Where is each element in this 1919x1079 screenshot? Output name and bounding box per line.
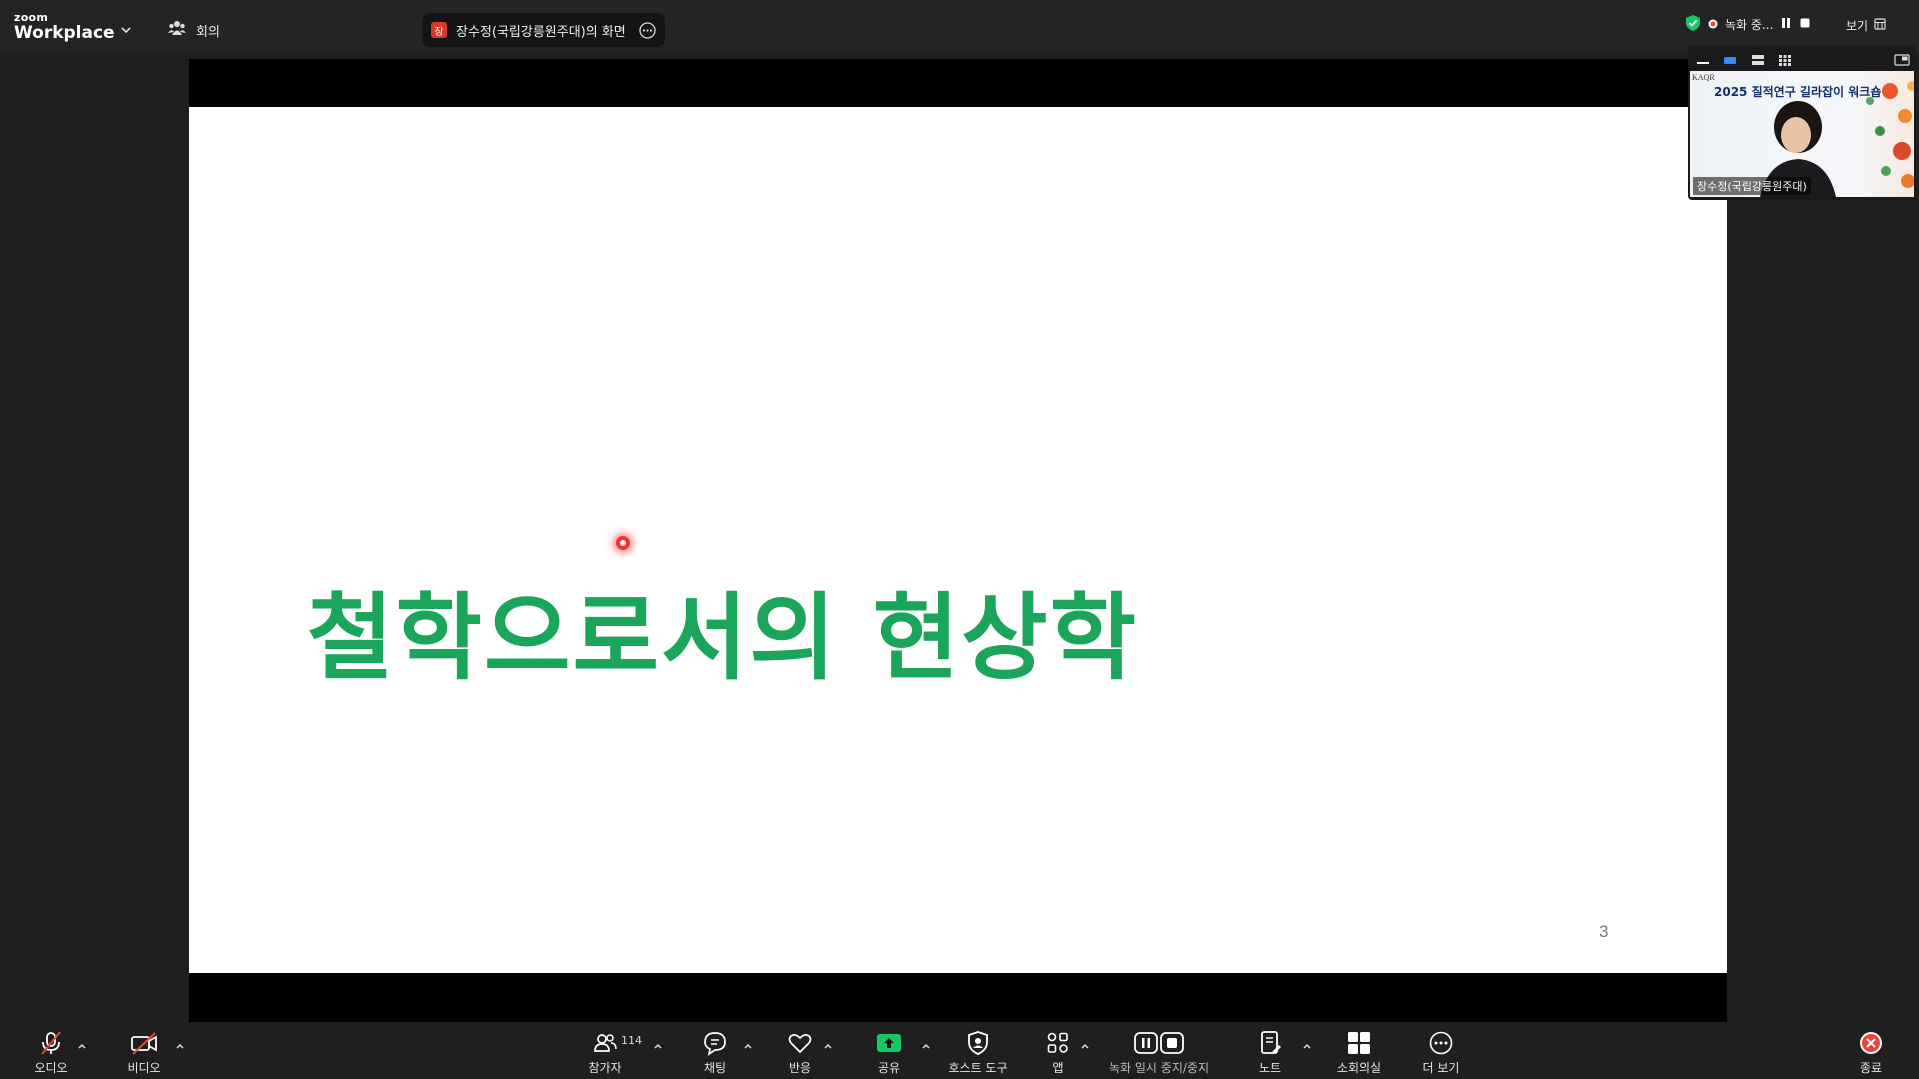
end-meeting-button[interactable]: 종료 (1831, 1030, 1911, 1076)
share-letterbox-top (189, 59, 1727, 107)
more-button[interactable]: 더 보기 (1401, 1030, 1481, 1076)
more-label: 더 보기 (1422, 1061, 1460, 1075)
video-label: 비디오 (127, 1061, 161, 1075)
stop-recording-icon[interactable] (1799, 17, 1811, 32)
apps-label: 앱 (1052, 1061, 1064, 1075)
heart-icon (787, 1030, 813, 1056)
speaker-view-icon[interactable] (1723, 51, 1737, 70)
share-button[interactable]: 공유 (849, 1030, 929, 1076)
sharer-avatar-badge: 장 (431, 22, 447, 38)
participant-count: 114 (621, 1034, 642, 1047)
notes-label: 노트 (1258, 1061, 1282, 1075)
speaker-video: KAQR 2025 질적연구 길라잡이 워크숍 장수정(국립강릉원주대) (1690, 71, 1914, 197)
grid-view-icon (1874, 18, 1886, 33)
record-label: 녹화 일시 중지/중지 (1109, 1061, 1209, 1075)
zoom-workplace-logo[interactable]: zoom Workplace (14, 12, 115, 42)
share-tab-label: 장수정(국립강릉원주대)의 화면 (456, 24, 626, 40)
workshop-logo-text: KAQR (1692, 73, 1715, 82)
audio-options-caret-icon[interactable] (76, 1036, 88, 1049)
host-tools-label: 호스트 도구 (948, 1061, 1008, 1075)
view-label: 보기 (1846, 19, 1869, 33)
more-icon (1428, 1030, 1454, 1056)
video-off-icon (130, 1030, 158, 1056)
recording-dot-icon (1708, 18, 1718, 32)
breakout-rooms-icon (1346, 1030, 1372, 1056)
share-screen-icon (876, 1030, 902, 1056)
brand-big-text: Workplace (14, 23, 115, 43)
shield-icon (966, 1030, 990, 1056)
meeting-toolbar: 오디오 비디오 참가자 114 채팅 반응 공유 호스트 도구 앱 녹화 일시 … (0, 1022, 1919, 1079)
share-label: 공유 (877, 1061, 901, 1075)
more-options-icon[interactable] (639, 22, 656, 43)
view-button[interactable]: 보기 (1846, 17, 1886, 34)
video-options-caret-icon[interactable] (174, 1036, 186, 1049)
meeting-label: 회의 (196, 24, 220, 40)
notes-options-caret-icon[interactable] (1301, 1036, 1313, 1049)
gallery-view-icon[interactable] (1778, 51, 1792, 70)
participants-options-caret-icon[interactable] (652, 1036, 664, 1049)
slide-page-number: 3 (1599, 922, 1609, 941)
end-meeting-icon (1858, 1030, 1884, 1056)
chevron-down-icon[interactable] (120, 20, 132, 39)
notes-button[interactable]: 노트 (1230, 1030, 1310, 1076)
reactions-label: 반응 (788, 1061, 812, 1075)
strip-view-icon[interactable] (1751, 51, 1765, 70)
breakout-rooms-button[interactable]: 소회의실 (1319, 1030, 1399, 1076)
pause-recording-icon[interactable] (1780, 17, 1792, 32)
recording-status-text: 녹화 중... (1725, 18, 1774, 32)
video-button[interactable]: 비디오 (104, 1030, 184, 1076)
audio-label: 오디오 (34, 1061, 68, 1075)
participants-label: 참가자 (588, 1061, 622, 1075)
thumbnail-view-controls (1688, 45, 1916, 69)
participants-icon (592, 1030, 618, 1056)
muted-mic-icon (38, 1030, 64, 1056)
participant-name-label: 장수정(국립강릉원주대) (1693, 177, 1811, 195)
recording-status: 녹화 중... (1685, 14, 1811, 35)
apps-options-caret-icon[interactable] (1079, 1036, 1091, 1049)
laser-pointer (616, 536, 630, 550)
record-pause-stop-button[interactable]: 녹화 일시 중지/중지 (1098, 1030, 1220, 1076)
host-tools-button[interactable]: 호스트 도구 (937, 1030, 1019, 1076)
end-label: 종료 (1859, 1061, 1883, 1075)
pop-out-icon[interactable] (1894, 51, 1910, 70)
chat-options-caret-icon[interactable] (742, 1036, 754, 1049)
floral-decoration (1866, 81, 1914, 188)
minimize-icon[interactable] (1696, 51, 1710, 70)
slide-title: 철학으로서의 현상학 (307, 584, 1139, 693)
screen-share-tab[interactable]: 장 장수정(국립강릉원주대)의 화면 (422, 13, 665, 47)
shared-slide: 철학으로서의 현상학 3 (189, 107, 1727, 973)
meeting-menu[interactable]: 회의 (168, 20, 220, 40)
apps-icon (1045, 1030, 1071, 1056)
speaker-thumbnail-panel[interactable]: KAQR 2025 질적연구 길라잡이 워크숍 장수정(국립강릉원주대) (1688, 45, 1916, 200)
meeting-icon (168, 20, 186, 40)
top-bar: zoom Workplace 회의 장 장수정(국립강릉원주대)의 화면 녹화 … (0, 0, 1919, 51)
chat-label: 채팅 (703, 1061, 727, 1075)
reactions-options-caret-icon[interactable] (822, 1036, 834, 1049)
pause-stop-recording-icon (1134, 1030, 1184, 1056)
security-shield-icon[interactable] (1685, 14, 1701, 35)
chat-icon (702, 1030, 728, 1056)
share-options-caret-icon[interactable] (920, 1036, 932, 1049)
share-letterbox-bottom (189, 973, 1727, 1022)
notes-icon (1258, 1030, 1282, 1056)
brand-small-text: zoom (14, 11, 49, 24)
breakout-label: 소회의실 (1336, 1061, 1382, 1075)
